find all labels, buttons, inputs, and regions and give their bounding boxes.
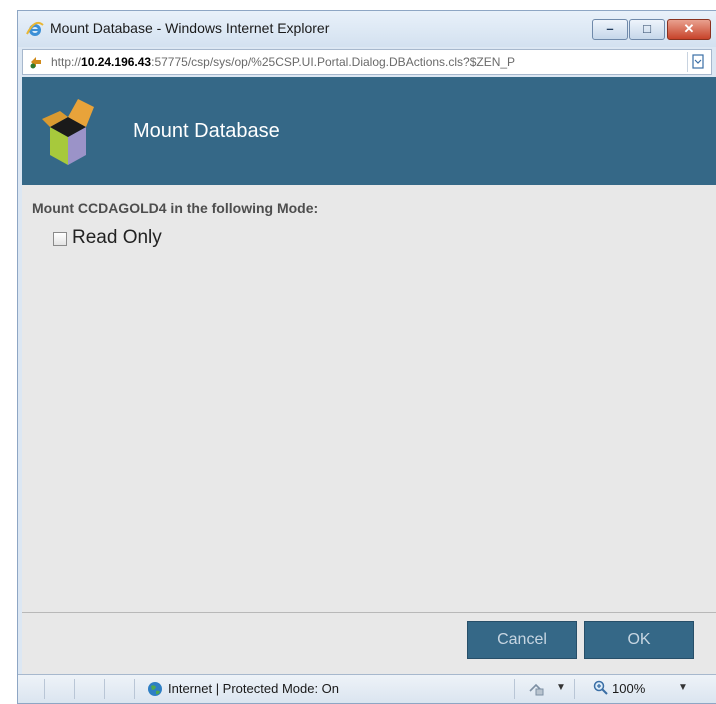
mount-mode-prompt: Mount CCDAGOLD4 in the following Mode: <box>32 200 319 216</box>
zoom-icon[interactable] <box>593 680 609 696</box>
status-divider <box>44 679 45 699</box>
ok-button[interactable]: OK <box>584 621 694 659</box>
url-host: 10.24.196.43 <box>81 55 152 69</box>
dialog-title: Mount Database <box>133 120 280 142</box>
zoom-dropdown-icon[interactable]: ▼ <box>678 682 688 693</box>
close-icon: ✕ <box>683 21 695 36</box>
zoom-level[interactable]: 100% <box>612 681 645 696</box>
title-bar[interactable]: Mount Database - Windows Internet Explor… <box>18 11 716 47</box>
close-button[interactable]: ✕ <box>667 19 711 40</box>
window-title: Mount Database - Windows Internet Explor… <box>50 20 330 36</box>
maximize-button[interactable]: □ <box>629 19 665 40</box>
internet-explorer-icon <box>26 21 44 36</box>
dialog-content: Mount Database Mount CCDAGOLD4 in the fo… <box>22 77 716 675</box>
minimize-icon: – <box>606 21 614 36</box>
security-dropdown-icon[interactable]: ▼ <box>556 682 566 693</box>
minimize-button[interactable]: – <box>592 19 628 40</box>
status-divider <box>74 679 75 699</box>
compatibility-view-icon[interactable] <box>687 52 708 72</box>
url-prefix: http:// <box>51 55 82 69</box>
status-divider <box>134 679 135 699</box>
status-divider <box>514 679 515 699</box>
read-only-checkbox[interactable] <box>53 232 67 246</box>
url-path: :57775/csp/sys/op/%25CSP.UI.Portal.Dialo… <box>151 55 516 69</box>
page-status-icon <box>30 57 41 69</box>
security-settings-icon[interactable] <box>527 680 545 698</box>
dialog-banner: Mount Database <box>22 77 716 185</box>
dialog-footer: Cancel OK <box>22 612 716 675</box>
address-bar[interactable]: http://10.24.196.43:57775/csp/sys/op/%25… <box>22 49 712 75</box>
address-url[interactable]: http://10.24.196.43:57775/csp/sys/op/%25… <box>51 55 671 69</box>
read-only-label[interactable]: Read Only <box>72 227 162 249</box>
maximize-icon: □ <box>643 21 651 36</box>
cancel-button[interactable]: Cancel <box>467 621 577 659</box>
status-bar: Internet | Protected Mode: On ▼ 100% ▼ <box>18 674 716 703</box>
status-divider <box>104 679 105 699</box>
status-divider <box>574 679 575 699</box>
internet-zone-globe-icon <box>148 682 162 696</box>
ie-window: Mount Database - Windows Internet Explor… <box>17 10 716 704</box>
cube-logo-icon <box>42 99 94 165</box>
security-zone-text[interactable]: Internet | Protected Mode: On <box>168 681 339 696</box>
